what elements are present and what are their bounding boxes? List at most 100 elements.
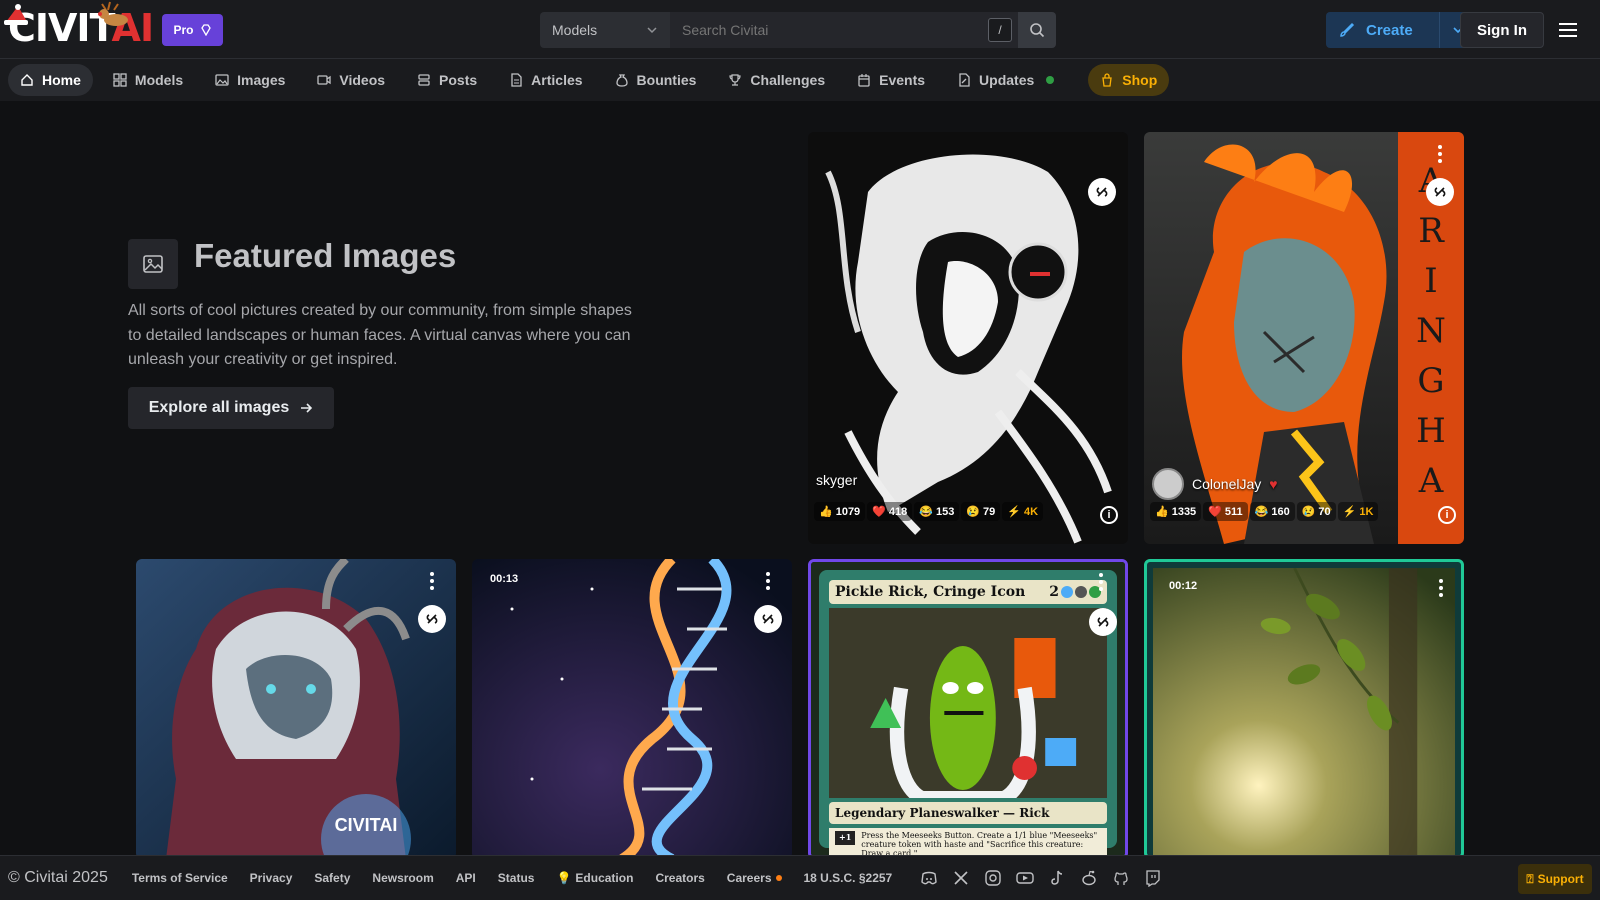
footer-link-api[interactable]: API bbox=[456, 871, 476, 885]
nav-images[interactable]: Images bbox=[203, 64, 297, 96]
remix-button[interactable] bbox=[1426, 178, 1454, 206]
footer-link-education[interactable]: 💡 Education bbox=[556, 871, 633, 885]
nav-models[interactable]: Models bbox=[101, 64, 195, 96]
nav-models-label: Models bbox=[134, 72, 184, 88]
svg-text:I: I bbox=[1424, 261, 1437, 301]
card-user[interactable]: skyger bbox=[816, 472, 857, 488]
reaction-laugh[interactable]: 😂 153 bbox=[914, 502, 960, 521]
pro-badge[interactable]: Pro bbox=[162, 14, 223, 46]
image-card-skyger[interactable]: skyger 👍 1079 ❤️ 418 😂 153 😢 79 ⚡ 4K i bbox=[808, 132, 1128, 544]
card-menu-button[interactable] bbox=[758, 569, 778, 593]
footer-link-careers[interactable]: Careers bbox=[727, 871, 782, 885]
footer-link-safety[interactable]: Safety bbox=[314, 871, 350, 885]
video-card-forest[interactable]: 00:12 bbox=[1144, 559, 1464, 855]
footer-link-privacy[interactable]: Privacy bbox=[250, 871, 293, 885]
card-menu-button[interactable] bbox=[1430, 142, 1450, 166]
explore-all-images-button[interactable]: Explore all images bbox=[128, 387, 334, 429]
nav-challenges[interactable]: Challenges bbox=[716, 64, 837, 96]
footer-link-newsroom[interactable]: Newsroom bbox=[372, 871, 433, 885]
reaction-count: 79 bbox=[983, 505, 996, 518]
reaction-cry[interactable]: 😢 70 bbox=[1296, 502, 1336, 521]
discord-icon[interactable] bbox=[920, 869, 938, 887]
remix-button[interactable] bbox=[418, 605, 446, 633]
tiktok-icon[interactable] bbox=[1048, 869, 1066, 887]
footer-link-creators[interactable]: Creators bbox=[655, 871, 704, 885]
nav-events-label: Events bbox=[879, 72, 926, 88]
mtg-card-type: Legendary Planeswalker — Rick bbox=[835, 806, 1050, 820]
lightbulb-icon: 💡 bbox=[556, 871, 572, 885]
remix-button[interactable] bbox=[754, 605, 782, 633]
nav-posts[interactable]: Posts bbox=[405, 64, 489, 96]
nav-home[interactable]: Home bbox=[8, 64, 93, 96]
nav-updates[interactable]: Updates bbox=[945, 64, 1066, 96]
brush-icon bbox=[1340, 22, 1355, 37]
nav-articles-label: Articles bbox=[531, 72, 583, 88]
reaction-heart[interactable]: ❤️ 511 bbox=[1203, 502, 1248, 521]
reaction-buzz[interactable]: ⚡ 1K bbox=[1337, 502, 1379, 521]
nav-home-label: Home bbox=[42, 72, 81, 88]
mtg-title-bar: Pickle Rick, Cringe Icon 2 bbox=[829, 580, 1107, 604]
reaction-buzz[interactable]: ⚡ 4K bbox=[1002, 502, 1044, 521]
svg-text:R: R bbox=[1418, 211, 1445, 251]
top-bar: CIVITAI Pro Models / Create Sign In bbox=[0, 0, 1600, 59]
reaction-laugh[interactable]: 😂 160 bbox=[1249, 502, 1295, 521]
civitai-logo[interactable]: CIVITAI bbox=[4, 1, 154, 50]
mtg-type-line: Legendary Planeswalker — Rick bbox=[829, 802, 1107, 824]
nav-shop[interactable]: Shop bbox=[1088, 64, 1170, 96]
card-menu-button[interactable] bbox=[1431, 576, 1451, 600]
instagram-icon[interactable] bbox=[984, 869, 1002, 887]
hamburger-icon bbox=[1559, 23, 1577, 37]
create-button[interactable]: Create bbox=[1326, 12, 1476, 48]
grid-icon bbox=[113, 73, 127, 87]
search-category-select[interactable]: Models bbox=[540, 12, 670, 48]
video-icon bbox=[317, 75, 332, 85]
nav-events[interactable]: Events bbox=[845, 64, 937, 96]
mtg-card-title: Pickle Rick, Cringe Icon bbox=[835, 584, 1026, 600]
card-menu-button[interactable] bbox=[422, 569, 442, 593]
laugh-icon: 😂 bbox=[919, 506, 933, 518]
reaction-like[interactable]: 👍 1079 bbox=[814, 502, 866, 521]
github-icon[interactable] bbox=[1112, 869, 1130, 887]
search-shortcut-key: / bbox=[988, 18, 1012, 42]
sign-in-button[interactable]: Sign In bbox=[1460, 12, 1544, 48]
image-card-pickle-rick[interactable]: Pickle Rick, Cringe Icon 2 Legendary Pla… bbox=[808, 559, 1128, 855]
remix-button[interactable] bbox=[1089, 608, 1117, 636]
nav-articles[interactable]: Articles bbox=[497, 64, 594, 96]
info-button[interactable]: i bbox=[1438, 506, 1456, 524]
youtube-icon[interactable] bbox=[1016, 869, 1034, 887]
card-user[interactable]: ColonelJay ♥ bbox=[1152, 468, 1278, 500]
reaction-like[interactable]: 👍 1335 bbox=[1150, 502, 1202, 521]
footer-link-terms[interactable]: Terms of Service bbox=[132, 871, 228, 885]
info-button[interactable]: i bbox=[1100, 506, 1118, 524]
username: skyger bbox=[816, 472, 858, 488]
video-card-dna[interactable]: 00:13 bbox=[472, 559, 792, 855]
search-input[interactable] bbox=[670, 12, 1018, 48]
nav-shop-label: Shop bbox=[1122, 72, 1158, 88]
search-button[interactable] bbox=[1018, 12, 1056, 48]
mtg-ability-text: Press the Meeseeks Button. Create a 1/1 … bbox=[861, 831, 1098, 855]
image-icon bbox=[215, 74, 229, 86]
card-image: CIVITAI bbox=[136, 559, 456, 855]
mtg-text-box: +1 Press the Meeseeks Button. Create a 1… bbox=[829, 828, 1107, 855]
reddit-icon[interactable] bbox=[1080, 869, 1098, 887]
twitch-icon[interactable] bbox=[1144, 869, 1162, 887]
support-button[interactable]: ⍰ Support bbox=[1518, 864, 1592, 894]
card-menu-button[interactable] bbox=[1091, 570, 1111, 594]
santa-hat-icon bbox=[4, 4, 28, 25]
remix-icon bbox=[762, 614, 774, 624]
image-card-coloneljay[interactable]: A R I N G H A ColonelJay ♥ 👍1335 ❤️511 😂… bbox=[1144, 132, 1464, 544]
remix-button[interactable] bbox=[1088, 178, 1116, 206]
reaction-heart[interactable]: ❤️ 418 bbox=[867, 502, 913, 521]
reaction-cry[interactable]: 😢 79 bbox=[961, 502, 1001, 521]
nav-bounties[interactable]: Bounties bbox=[603, 64, 709, 96]
reaction-count: 1335 bbox=[1171, 505, 1197, 518]
nav-videos[interactable]: Videos bbox=[305, 64, 397, 96]
image-card-winter-wizard[interactable]: CIVITAI bbox=[136, 559, 456, 855]
arrow-right-icon bbox=[301, 403, 313, 413]
x-twitter-icon[interactable] bbox=[952, 869, 970, 887]
thumbs-up-icon: 👍 bbox=[819, 506, 833, 518]
footer-link-2257[interactable]: 18 U.S.C. §2257 bbox=[804, 871, 893, 885]
support-icon: ⍰ bbox=[1526, 871, 1534, 886]
footer-link-status[interactable]: Status bbox=[498, 871, 535, 885]
hamburger-menu-button[interactable] bbox=[1556, 18, 1580, 42]
